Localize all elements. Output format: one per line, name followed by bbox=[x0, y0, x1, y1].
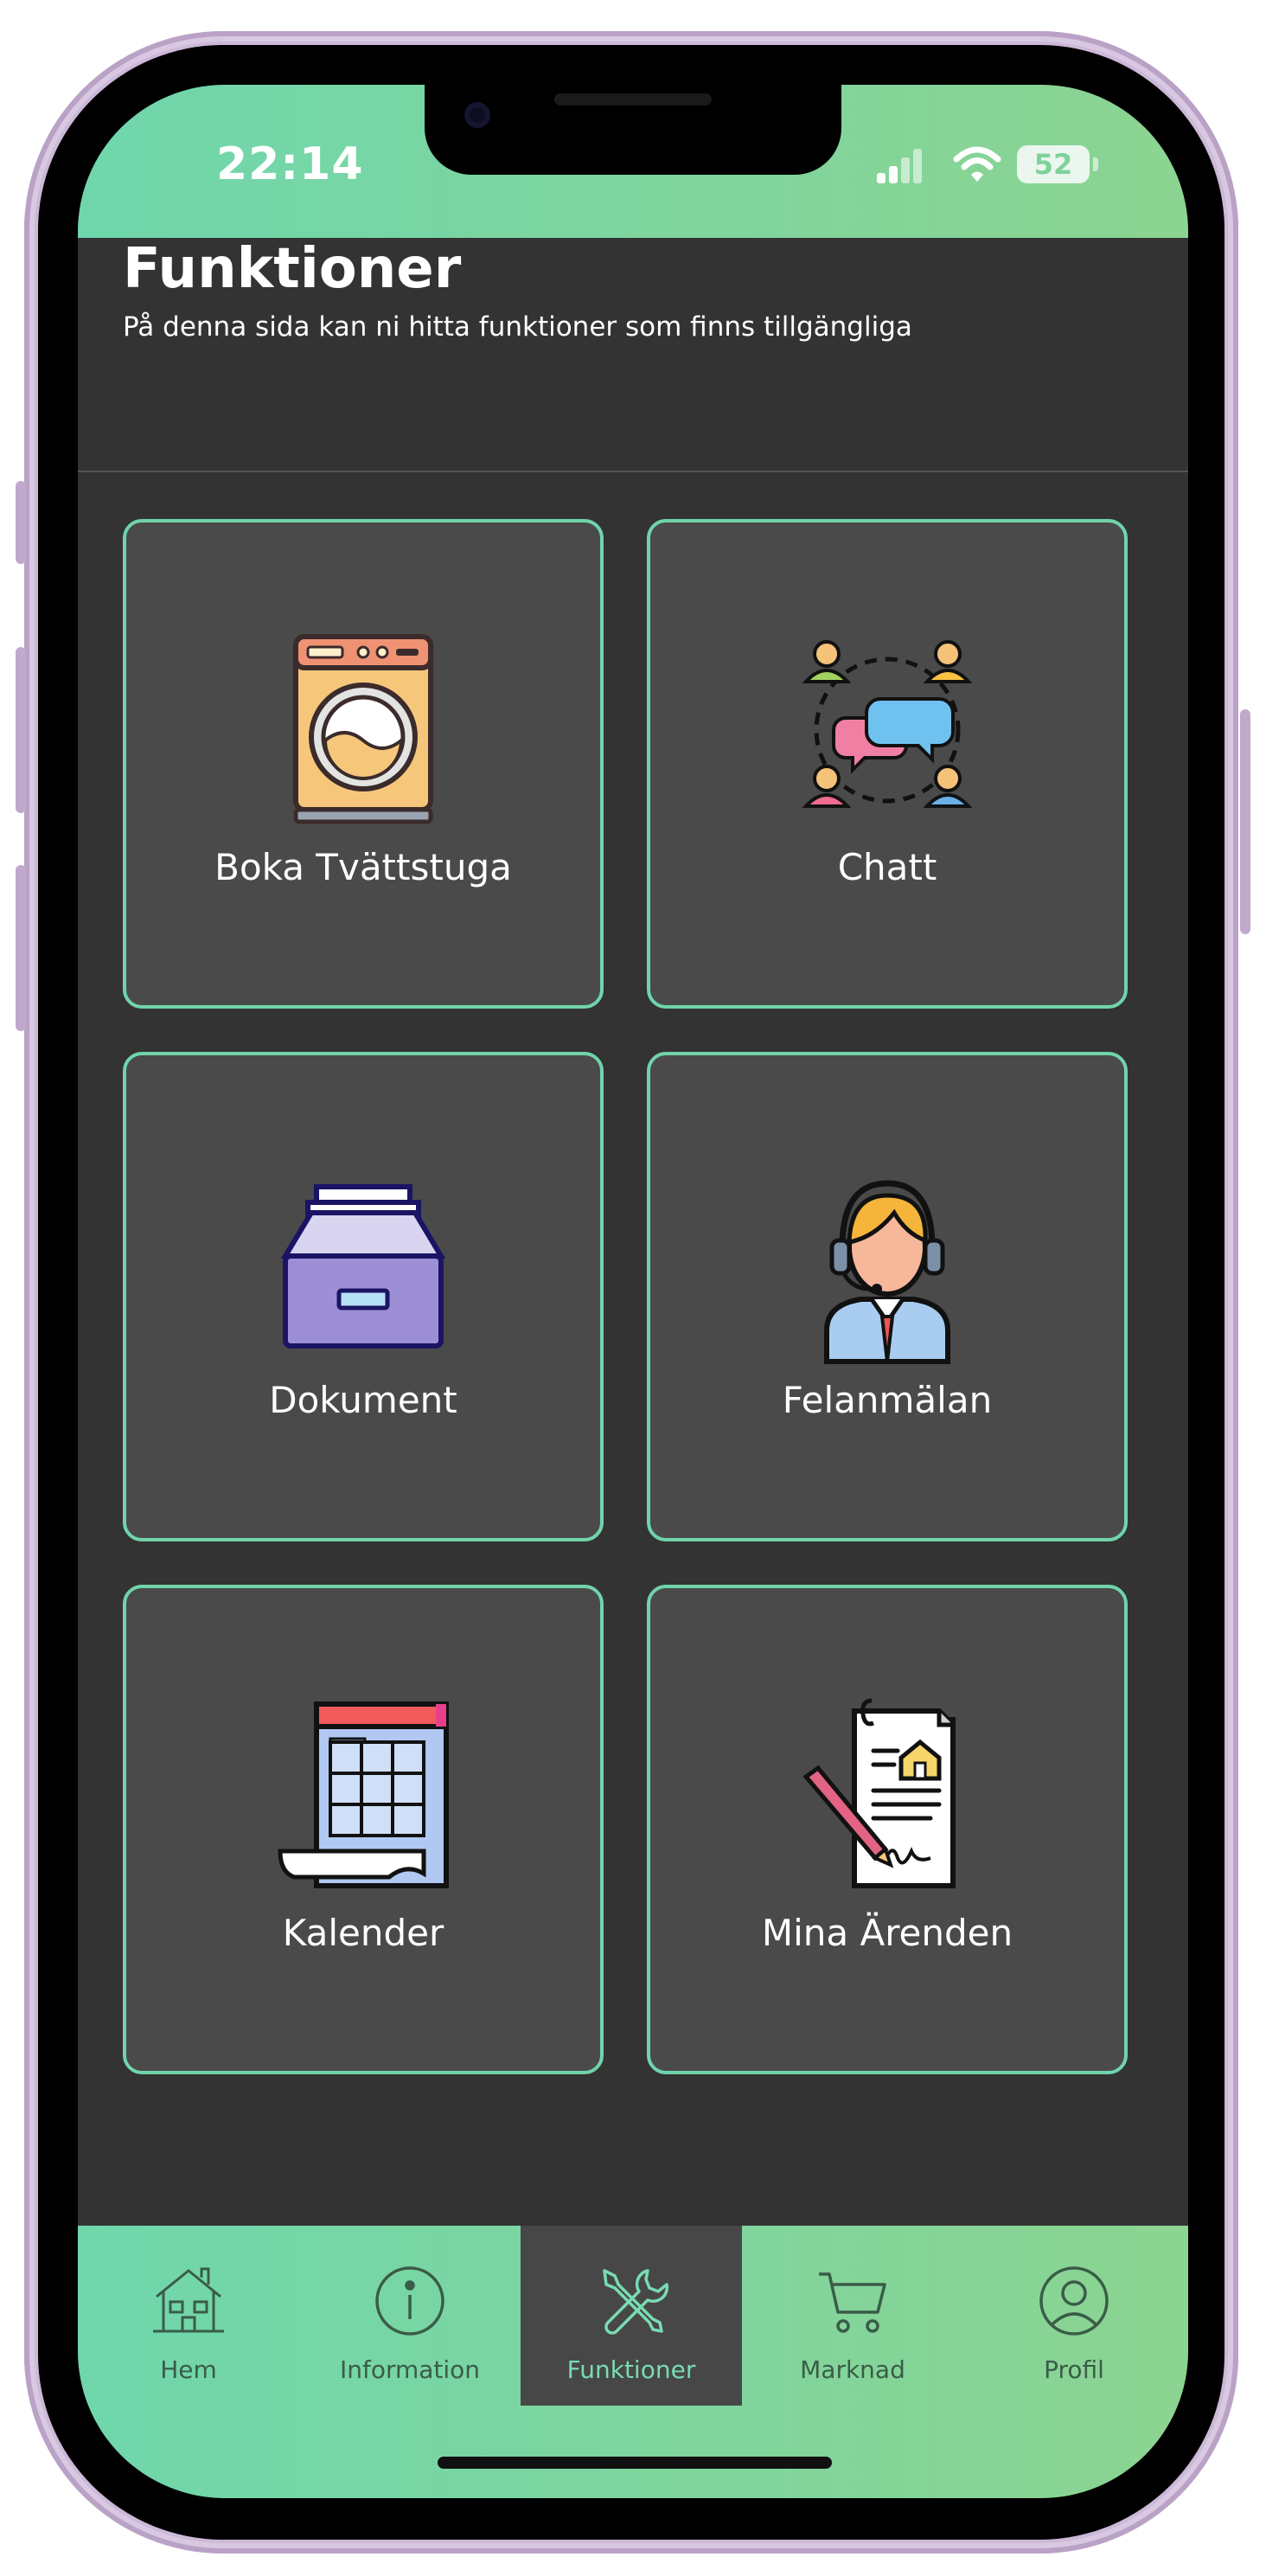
user-icon bbox=[1035, 2262, 1113, 2340]
tab-label: Profil bbox=[1044, 2355, 1104, 2384]
wifi-icon bbox=[953, 145, 1001, 183]
tile-chatt[interactable]: Chatt bbox=[647, 519, 1128, 1009]
side-button-volume-down bbox=[16, 865, 26, 1031]
tab-funktioner[interactable]: Funktioner bbox=[521, 2226, 742, 2406]
page-subtitle: På denna sida kan ni hitta funktioner so… bbox=[123, 311, 912, 343]
tile-label: Dokument bbox=[269, 1379, 457, 1421]
speaker bbox=[554, 93, 712, 106]
tile-mina-arenden[interactable]: Mina Ärenden bbox=[647, 1585, 1128, 2074]
side-button-power bbox=[1240, 709, 1250, 934]
tab-label: Hem bbox=[160, 2355, 217, 2384]
tile-label: Mina Ärenden bbox=[761, 1912, 1013, 1954]
tile-label: Felanmälan bbox=[782, 1379, 993, 1421]
info-icon bbox=[371, 2262, 449, 2340]
group-chat-icon bbox=[801, 628, 974, 832]
header-divider bbox=[78, 471, 1188, 472]
tile-dokument[interactable]: Dokument bbox=[123, 1052, 604, 1541]
tools-icon bbox=[592, 2262, 670, 2340]
battery-indicator: 52 bbox=[1017, 145, 1090, 183]
tab-information[interactable]: Information bbox=[299, 2226, 521, 2406]
tile-label: Kalender bbox=[282, 1912, 444, 1954]
contract-signing-icon bbox=[801, 1694, 974, 1898]
status-time: 22:14 bbox=[216, 138, 364, 190]
tab-label: Information bbox=[339, 2355, 481, 2384]
support-agent-icon bbox=[801, 1161, 974, 1365]
home-indicator[interactable] bbox=[438, 2457, 832, 2469]
functions-grid: Boka Tvättstuga Chatt Dokument Felanmäla… bbox=[123, 519, 1143, 2169]
notch bbox=[425, 85, 841, 175]
washing-machine-icon bbox=[277, 628, 450, 832]
side-button-silent bbox=[16, 481, 26, 564]
house-icon bbox=[150, 2262, 227, 2340]
page-title: Funktioner bbox=[123, 237, 462, 301]
cart-icon bbox=[814, 2262, 892, 2340]
status-bar: 22:14 52 bbox=[78, 85, 1188, 238]
tile-label: Boka Tvättstuga bbox=[214, 846, 512, 888]
calendar-icon bbox=[277, 1694, 450, 1898]
tab-marknad[interactable]: Marknad bbox=[742, 2226, 963, 2406]
tile-felanmalan[interactable]: Felanmälan bbox=[647, 1052, 1128, 1541]
tile-kalender[interactable]: Kalender bbox=[123, 1585, 604, 2074]
tile-boka-tvattstuga[interactable]: Boka Tvättstuga bbox=[123, 519, 604, 1009]
tab-profil[interactable]: Profil bbox=[963, 2226, 1185, 2406]
tab-hem[interactable]: Hem bbox=[78, 2226, 299, 2406]
document-tray-icon bbox=[277, 1161, 450, 1365]
app-screen: 22:14 52 Funktioner På denna sida kan ni… bbox=[78, 85, 1188, 2498]
battery-tip bbox=[1093, 157, 1098, 171]
tab-label: Marknad bbox=[800, 2355, 905, 2384]
tab-label: Funktioner bbox=[566, 2355, 696, 2384]
front-camera bbox=[464, 102, 490, 128]
tile-label: Chatt bbox=[837, 846, 937, 888]
side-button-volume-up bbox=[16, 647, 26, 813]
cellular-signal-icon bbox=[877, 147, 929, 183]
